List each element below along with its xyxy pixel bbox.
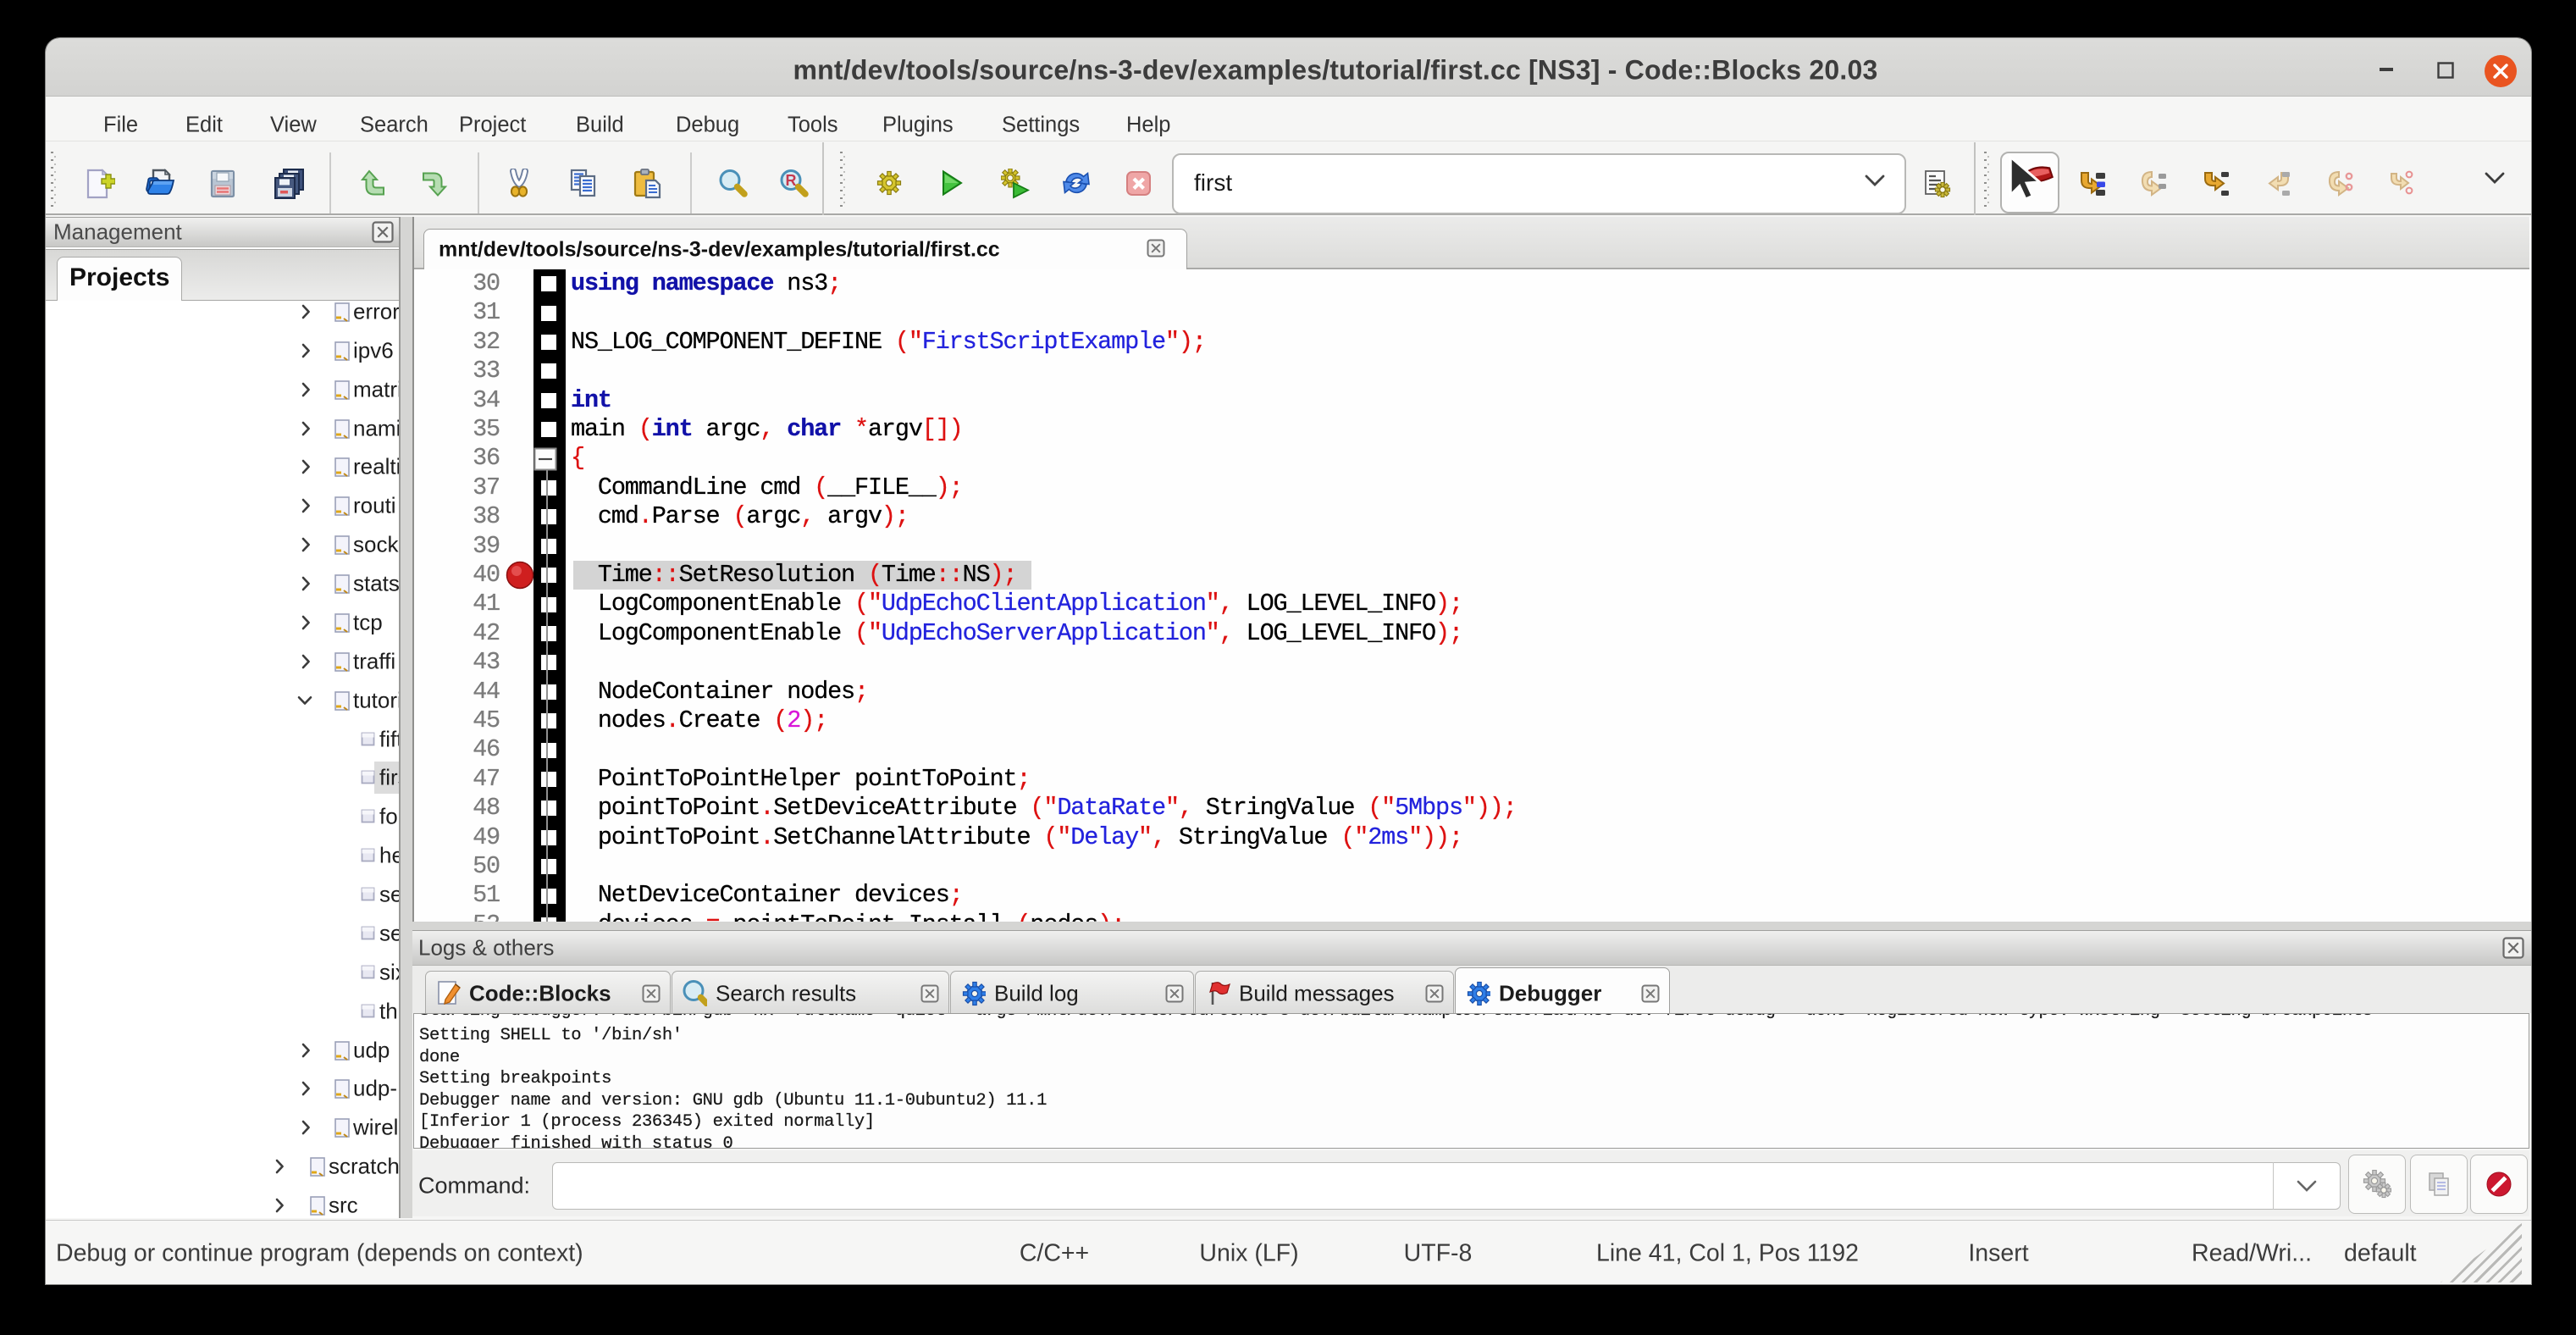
svg-text:R: R	[786, 172, 797, 189]
